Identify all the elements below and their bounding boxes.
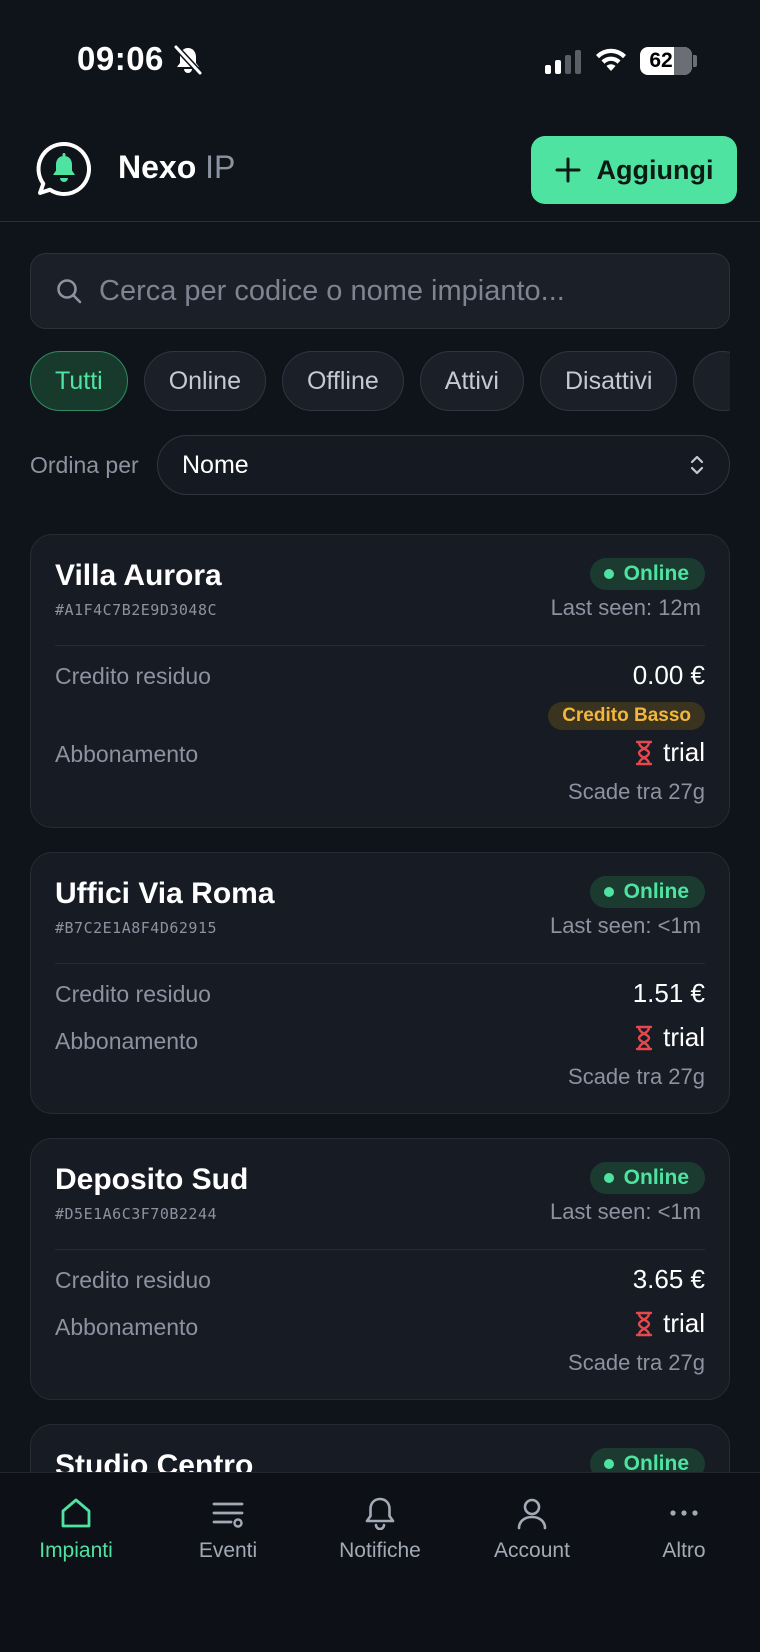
nav-item-eventi[interactable]: Eventi bbox=[152, 1495, 304, 1563]
bell-icon bbox=[362, 1495, 398, 1531]
subscription-label: Abbonamento bbox=[55, 1314, 199, 1340]
status-dot-icon bbox=[603, 1459, 614, 1469]
nav-item-notifiche[interactable]: Notifiche bbox=[304, 1495, 456, 1563]
credit-label: Credito residuo bbox=[55, 663, 211, 689]
expires-text: Scade tra 27g bbox=[568, 1350, 705, 1375]
search-bar bbox=[30, 253, 730, 329]
last-seen: Last seen: <1m bbox=[549, 913, 701, 938]
status-time: 09:06 bbox=[77, 40, 164, 77]
nav-item-impianti[interactable]: Impianti bbox=[0, 1495, 152, 1563]
wifi-icon bbox=[596, 48, 626, 71]
status-badge: Online bbox=[589, 1162, 705, 1194]
search-icon bbox=[57, 279, 82, 304]
plant-name: Villa Aurora bbox=[55, 559, 222, 592]
battery-level: 62 bbox=[649, 49, 673, 72]
status-bar: 09:06 62 bbox=[0, 0, 760, 120]
battery-icon: 62 bbox=[640, 47, 692, 75]
user-icon bbox=[514, 1495, 550, 1531]
credit-value: 1.51 € bbox=[632, 978, 705, 1008]
more-icon bbox=[666, 1495, 702, 1531]
nav-item-account[interactable]: Account bbox=[456, 1495, 608, 1563]
divider bbox=[55, 963, 705, 964]
sort-label: Ordina per bbox=[30, 452, 139, 478]
plant-card[interactable]: Villa Aurora #A1F4C7B2E9D3048C Online La… bbox=[30, 534, 730, 828]
plant-card[interactable]: Deposito Sud #D5E1A6C3F70B2244 Online La… bbox=[30, 1138, 730, 1400]
hourglass-icon bbox=[635, 740, 653, 765]
credit-label: Credito residuo bbox=[55, 981, 211, 1007]
hourglass-icon bbox=[635, 1311, 653, 1336]
subscription-label: Abbonamento bbox=[55, 741, 199, 767]
sort-select[interactable]: Nome bbox=[157, 435, 730, 495]
filter-chip-online[interactable]: Online bbox=[143, 351, 266, 411]
divider bbox=[55, 645, 705, 646]
plant-name: Uffici Via Roma bbox=[55, 877, 275, 910]
expires-text: Scade tra 27g bbox=[568, 779, 705, 804]
low-credit-badge: Credito Basso bbox=[548, 702, 705, 730]
status-dot-icon bbox=[603, 1173, 614, 1183]
filter-chip-more[interactable] bbox=[693, 351, 730, 411]
filter-chips: Tutti Online Offline Attivi Disattivi bbox=[30, 351, 730, 413]
credit-label: Credito residuo bbox=[55, 1267, 211, 1293]
nav-label: Altro bbox=[662, 1539, 706, 1562]
bottom-nav: Impianti Eventi Notifiche Account Altro bbox=[0, 1472, 760, 1652]
status-badge: Online bbox=[589, 876, 705, 908]
filter-chip-attivi[interactable]: Attivi bbox=[419, 351, 524, 411]
filter-chip-tutti[interactable]: Tutti bbox=[30, 351, 128, 411]
subscription-plan: trial bbox=[635, 737, 705, 768]
subscription-label: Abbonamento bbox=[55, 1028, 199, 1054]
chevron-up-down-icon bbox=[690, 455, 704, 475]
expires-text: Scade tra 27g bbox=[568, 1064, 705, 1089]
signal-icon bbox=[545, 50, 581, 74]
plant-card[interactable]: Uffici Via Roma #B7C2E1A8F4D62915 Online… bbox=[30, 852, 730, 1114]
add-button-label: Aggiungi bbox=[596, 154, 714, 185]
credit-value: 3.65 € bbox=[632, 1264, 705, 1294]
search-input[interactable] bbox=[99, 274, 689, 308]
nav-label: Notifiche bbox=[339, 1539, 421, 1562]
home-icon bbox=[58, 1495, 94, 1531]
plant-code: #B7C2E1A8F4D62915 bbox=[55, 919, 218, 937]
status-dot-icon bbox=[603, 887, 614, 897]
plant-card[interactable]: Studio Centro Online bbox=[30, 1424, 730, 1472]
nav-label: Impianti bbox=[39, 1539, 113, 1562]
plus-icon bbox=[555, 157, 581, 183]
plant-code: #A1F4C7B2E9D3048C bbox=[55, 601, 218, 619]
brand-suffix: IP bbox=[205, 149, 236, 185]
app-header: Nexo IP Aggiungi bbox=[0, 130, 760, 222]
list-icon bbox=[210, 1495, 246, 1531]
plant-name: Studio Centro bbox=[55, 1449, 254, 1472]
bell-off-icon bbox=[173, 44, 203, 76]
subscription-plan: trial bbox=[635, 1308, 705, 1339]
last-seen: Last seen: 12m bbox=[550, 595, 701, 620]
nav-item-altro[interactable]: Altro bbox=[608, 1495, 760, 1563]
app-logo-icon bbox=[36, 141, 91, 196]
sort-value: Nome bbox=[182, 450, 249, 479]
status-badge: Online bbox=[589, 1448, 705, 1472]
status-badge: Online bbox=[589, 558, 705, 590]
brand-name: Nexo bbox=[118, 149, 197, 185]
hourglass-icon bbox=[635, 1025, 653, 1050]
nav-label: Eventi bbox=[198, 1539, 258, 1562]
app-title: Nexo IP bbox=[118, 149, 235, 186]
nav-label: Account bbox=[494, 1539, 570, 1562]
filter-chip-disattivi[interactable]: Disattivi bbox=[539, 351, 678, 411]
last-seen: Last seen: <1m bbox=[549, 1199, 701, 1224]
add-button[interactable]: Aggiungi bbox=[531, 136, 737, 204]
plant-name: Deposito Sud bbox=[55, 1163, 249, 1196]
plant-list: Villa Aurora #A1F4C7B2E9D3048C Online La… bbox=[30, 534, 730, 1472]
filter-chip-offline[interactable]: Offline bbox=[281, 351, 404, 411]
status-dot-icon bbox=[603, 569, 614, 579]
credit-value: 0.00 € bbox=[632, 660, 705, 690]
subscription-plan: trial bbox=[635, 1022, 705, 1053]
divider bbox=[55, 1249, 705, 1250]
plant-code: #D5E1A6C3F70B2244 bbox=[55, 1205, 218, 1223]
